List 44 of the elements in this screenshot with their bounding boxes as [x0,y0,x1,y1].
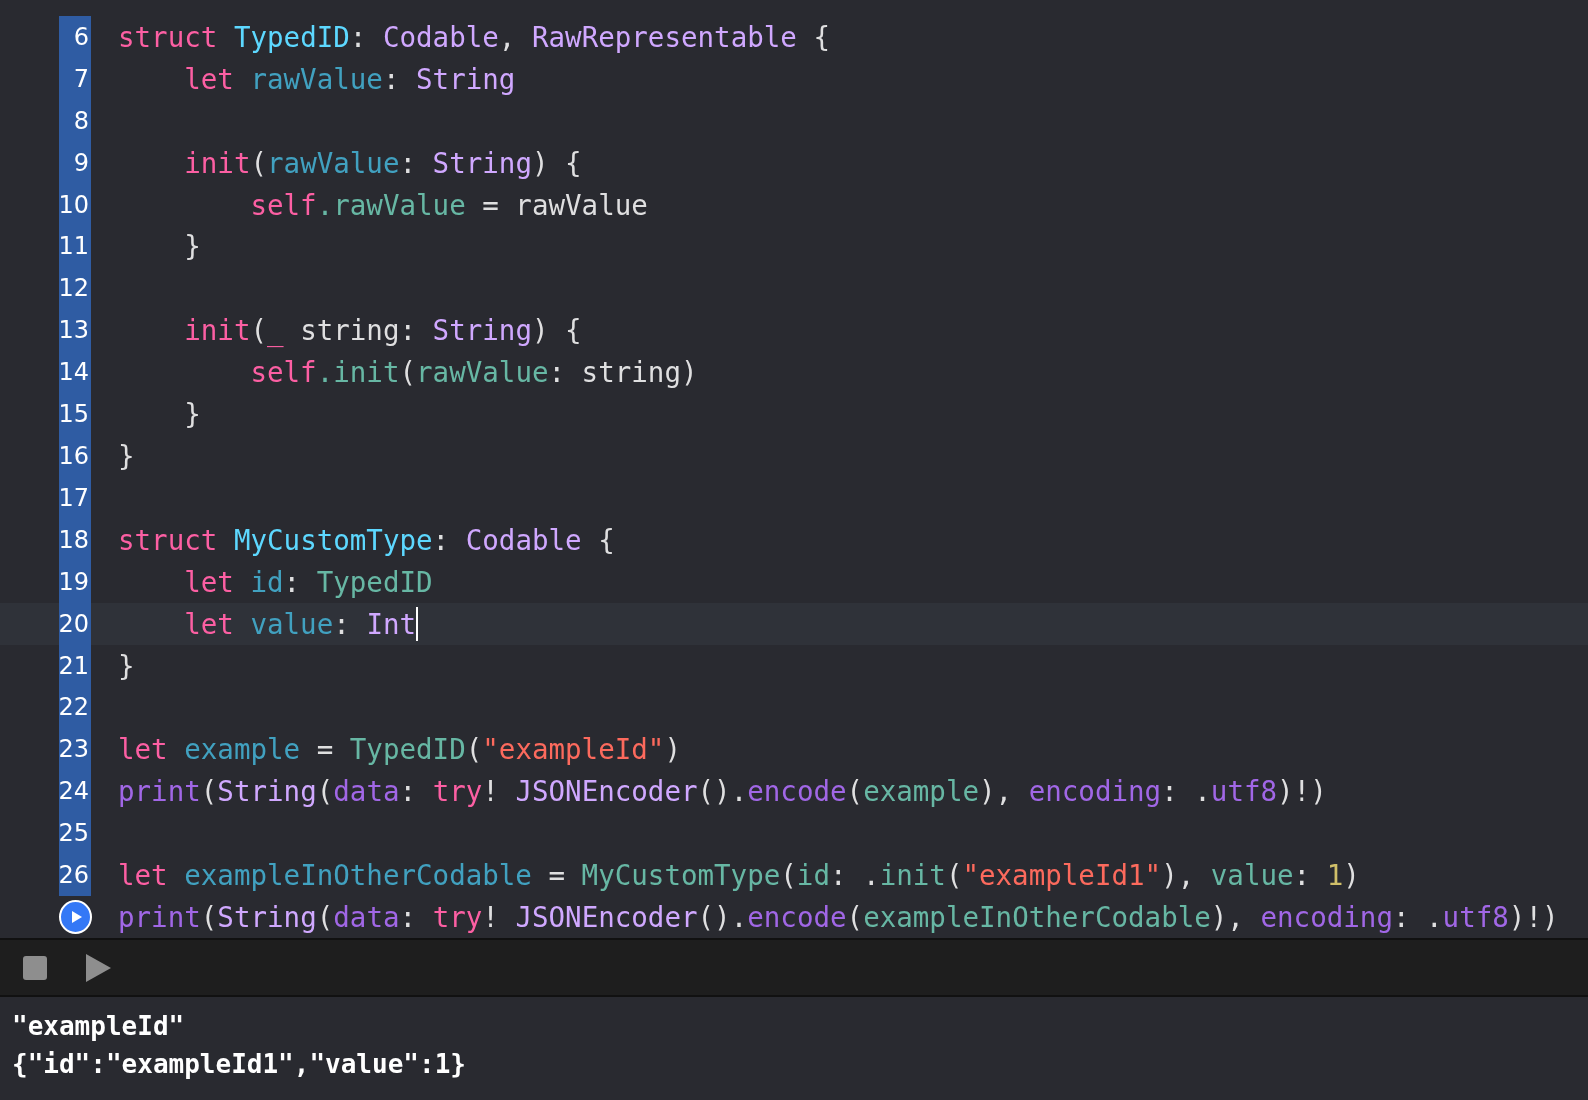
line-number: 16 [58,442,90,470]
console-output-line: {"id":"exampleId1","value":1} [12,1048,467,1081]
line-number: 12 [58,274,90,303]
play-icon[interactable] [84,952,112,983]
line-number: 19 [58,567,90,596]
line-number: 25 [58,819,90,848]
line-number: 23 [58,735,90,764]
stop-icon[interactable] [22,954,48,981]
line-number: 14 [58,358,90,387]
code-line: init(_ string: String) { [183,314,582,347]
code-line: struct MyCustomType: Codable { [118,523,615,556]
line-number: 22 [58,693,90,722]
code-line: } [183,398,201,431]
text-cursor [416,606,419,641]
line-number: 15 [58,400,90,429]
line-number: 18 [58,525,90,554]
line-number: 8 [73,106,90,135]
code-line: let example = TypedID("exampleId") [118,733,681,766]
line-number: 6 [73,22,90,51]
code-line: let exampleInOtherCodable = MyCustomType(id: .init("exampleId1"), value: 1) [118,859,1360,892]
code-line: struct TypedID: Codable, RawRepresentable { [118,20,830,53]
code-line: let rawValue: String [183,62,516,95]
run-button[interactable] [59,900,92,934]
code-line: } [183,230,201,263]
line-number: 26 [58,861,90,890]
code-line: } [118,649,135,682]
code-line: let value: Int [183,606,419,641]
line-number: 17 [58,483,90,512]
line-number: 24 [58,777,90,806]
line-number: 11 [58,232,90,261]
console-output-line: "exampleId" [12,1010,186,1043]
code-line: print(String(data: try! JSONEncoder().encode(exampleInOtherCodable), encoding: .utf8)!) [118,901,1559,933]
line-number: 7 [73,64,90,93]
line-number: 21 [58,651,90,680]
line-number: 20 [58,609,90,638]
line-number: 10 [58,190,90,219]
code-line: let id: TypedID [183,565,433,598]
code-line: self.rawValue = rawValue [249,188,648,221]
line-number: 9 [73,148,90,177]
line-number: 13 [58,316,90,345]
code-line: init(rawValue: String) { [183,146,582,179]
code-line: print(String(data: try! JSONEncoder().encode(example), encoding: .utf8)!) [118,775,1327,808]
code-line: self.init(rawValue: string) [249,356,698,389]
code-line: } [118,440,135,472]
